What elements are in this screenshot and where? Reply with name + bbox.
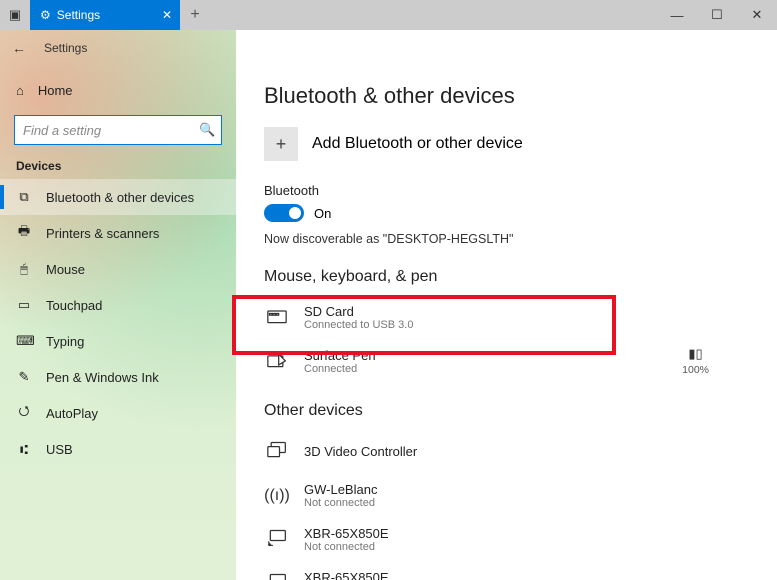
device-name: 3D Video Controller xyxy=(304,444,417,460)
page-title: Bluetooth & other devices xyxy=(264,83,749,109)
discoverable-text: Now discoverable as "DESKTOP-HEGSLTH" xyxy=(264,232,749,246)
battery-icon: ▮▯ xyxy=(682,347,709,360)
bluetooth-toggle[interactable] xyxy=(264,204,304,222)
tab-label: Settings xyxy=(57,8,100,22)
device-gw-leblanc[interactable]: ((ı)) GW-LeBlanc Not connected xyxy=(264,474,749,518)
maximize-button[interactable]: ☐ xyxy=(697,7,737,23)
touchpad-icon: ▭ xyxy=(16,297,32,313)
sidebar-item-printers[interactable]: 🖶 Printers & scanners xyxy=(0,215,236,251)
cast-icon: ((ı)) xyxy=(264,487,290,505)
usb-icon: ⑆ xyxy=(16,442,32,457)
device-xbr-2[interactable]: XBR-65X850E Not connected xyxy=(264,562,749,580)
sidebar-group-title: Devices xyxy=(14,159,222,173)
sidebar-item-mouse[interactable]: 🖱 Mouse xyxy=(0,251,236,287)
device-name: XBR-65X850E xyxy=(304,526,389,542)
pen-icon: ✎ xyxy=(16,369,32,385)
tv-icon xyxy=(264,529,290,552)
devices-icon: ⧉ xyxy=(16,189,32,205)
home-icon: ⌂ xyxy=(16,83,24,98)
title-bar: ▣ ⚙ Settings ✕ + — ☐ ✕ xyxy=(0,0,777,30)
sidebar-home[interactable]: ⌂ Home xyxy=(14,73,222,107)
sidebar-item-autoplay[interactable]: ⭯ AutoPlay xyxy=(0,395,236,431)
header-title: Settings xyxy=(44,41,87,55)
close-button[interactable]: ✕ xyxy=(737,7,777,23)
mouse-icon: 🖱 xyxy=(16,261,32,277)
device-battery: ▮▯ 100% xyxy=(682,347,709,378)
sidebar-item-label: Touchpad xyxy=(46,298,102,313)
autoplay-icon: ⭯ xyxy=(16,402,32,424)
sidebar-item-touchpad[interactable]: ▭ Touchpad xyxy=(0,287,236,323)
device-3d-video[interactable]: 3D Video Controller xyxy=(264,430,749,474)
device-surface-pen[interactable]: Surface Pen Connected ▮▯ 100% xyxy=(264,340,749,384)
sidebar-item-bluetooth[interactable]: ⧉ Bluetooth & other devices xyxy=(0,179,236,215)
sidebar-item-label: Mouse xyxy=(46,262,85,277)
sidebar-item-label: Typing xyxy=(46,334,84,349)
device-xbr-1[interactable]: XBR-65X850E Not connected xyxy=(264,518,749,562)
sidebar-nav: ⧉ Bluetooth & other devices 🖶 Printers &… xyxy=(0,179,236,467)
plus-icon: + xyxy=(264,127,298,161)
add-device-label: Add Bluetooth or other device xyxy=(312,135,523,153)
content-pane: Bluetooth & other devices + Add Bluetoot… xyxy=(236,65,777,580)
gear-icon: ⚙ xyxy=(40,8,51,22)
search-input[interactable] xyxy=(23,123,199,138)
sd-card-icon xyxy=(264,307,290,330)
minimize-button[interactable]: — xyxy=(657,8,697,23)
app-icon: ▣ xyxy=(0,7,30,23)
section-mouse-keyboard-pen: Mouse, keyboard, & pen xyxy=(264,268,749,286)
sidebar: ⌂ Home 🔍 Devices ⧉ Bluetooth & other dev… xyxy=(0,65,236,580)
sidebar-item-label: AutoPlay xyxy=(46,406,98,421)
new-tab-button[interactable]: + xyxy=(180,6,210,24)
device-status: Connected xyxy=(304,363,376,376)
search-icon: 🔍 xyxy=(199,122,215,138)
active-tab[interactable]: ⚙ Settings ✕ xyxy=(30,0,180,30)
add-device-button[interactable]: + Add Bluetooth or other device xyxy=(264,127,749,161)
pen-device-icon xyxy=(264,351,290,374)
device-status: Not connected xyxy=(304,541,389,554)
app-header: ← Settings xyxy=(0,30,777,65)
device-sd-card[interactable]: SD Card Connected to USB 3.0 xyxy=(264,296,749,340)
device-name: XBR-65X850E xyxy=(304,570,389,580)
close-tab-icon[interactable]: ✕ xyxy=(162,8,172,22)
home-label: Home xyxy=(38,83,73,98)
sidebar-item-typing[interactable]: ⌨ Typing xyxy=(0,323,236,359)
bluetooth-state: On xyxy=(314,206,331,221)
device-name: GW-LeBlanc xyxy=(304,482,377,498)
tv-icon xyxy=(264,573,290,580)
sidebar-item-label: Printers & scanners xyxy=(46,226,159,241)
section-other-devices: Other devices xyxy=(264,402,749,420)
search-box[interactable]: 🔍 xyxy=(14,115,222,145)
device-status: Connected to USB 3.0 xyxy=(304,319,413,332)
printer-icon: 🖶 xyxy=(16,222,32,244)
keyboard-icon: ⌨ xyxy=(16,333,32,349)
sidebar-item-pen[interactable]: ✎ Pen & Windows Ink xyxy=(0,359,236,395)
sidebar-item-label: USB xyxy=(46,442,73,457)
sidebar-item-usb[interactable]: ⑆ USB xyxy=(0,431,236,467)
bluetooth-label: Bluetooth xyxy=(264,183,749,198)
sidebar-item-label: Bluetooth & other devices xyxy=(46,190,194,205)
device-status: Not connected xyxy=(304,497,377,510)
sidebar-item-label: Pen & Windows Ink xyxy=(46,370,159,385)
back-button[interactable]: ← xyxy=(12,40,26,56)
device-name: Surface Pen xyxy=(304,348,376,364)
device-name: SD Card xyxy=(304,304,413,320)
monitor-icon xyxy=(264,441,290,464)
battery-percent: 100% xyxy=(682,364,709,376)
